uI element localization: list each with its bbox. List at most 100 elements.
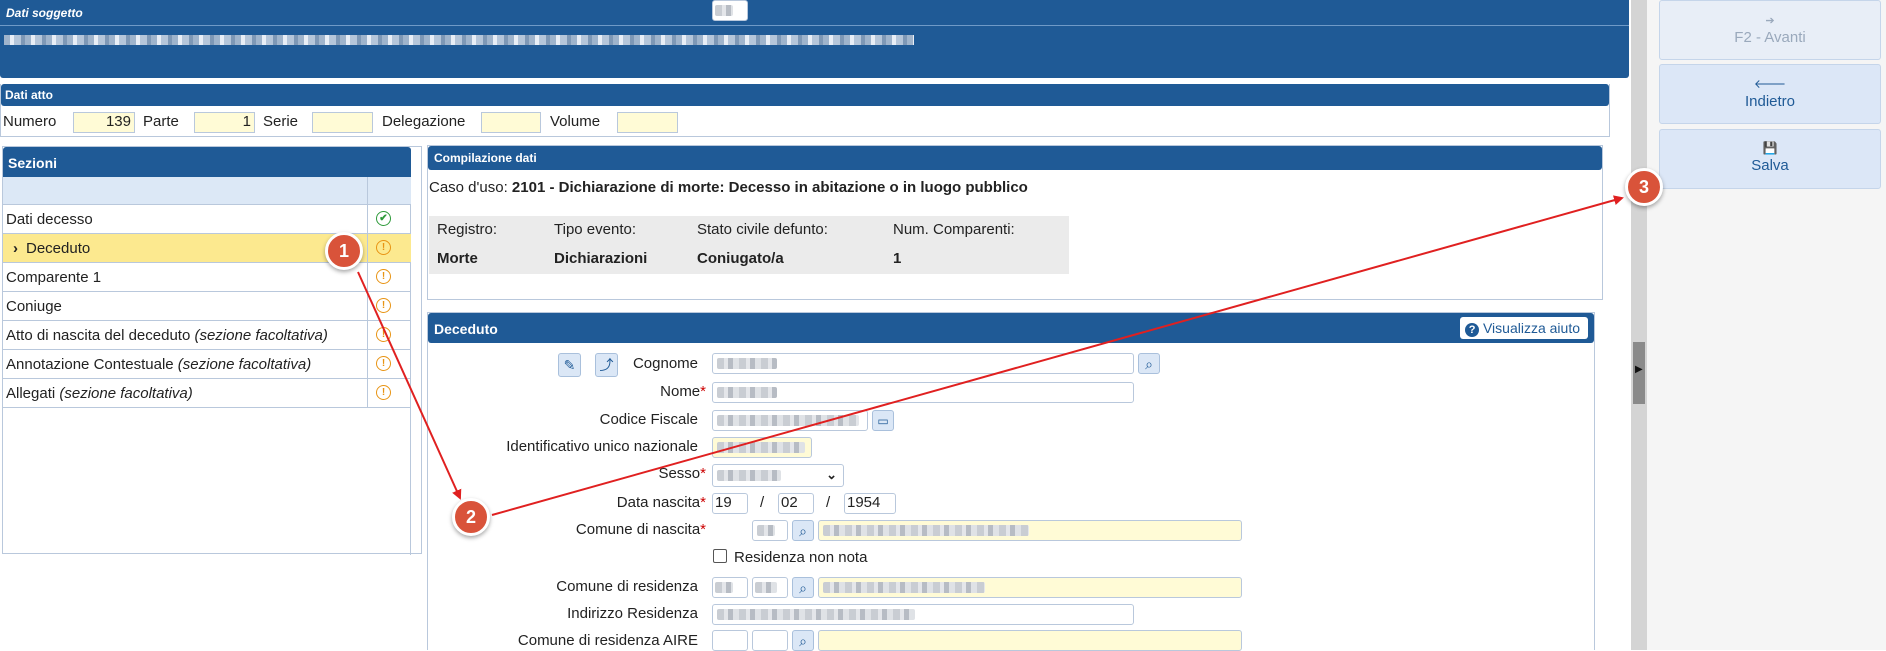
help-label: Visualizza aiuto <box>1482 320 1580 336</box>
sezioni-col-divider <box>367 263 368 291</box>
nome-required-mark: * <box>700 383 706 400</box>
sezione-item[interactable]: Dati decesso ✔ <box>3 205 411 234</box>
sezione-item-text: Atto di nascita del deceduto <box>6 327 195 344</box>
parte-input[interactable]: 1 <box>194 112 255 133</box>
numero-label: Numero <box>3 113 57 130</box>
sezione-item-text: Annotazione Contestuale <box>6 356 178 373</box>
search-icon[interactable]: ⌕ <box>792 520 814 541</box>
info-header-registro: Registro: <box>437 221 498 238</box>
serie-input[interactable] <box>312 112 373 133</box>
identificativo-label: Identificativo unico nazionale <box>506 438 698 455</box>
sezioni-col-divider <box>367 350 368 378</box>
delegazione-input[interactable] <box>481 112 541 133</box>
cognome-label: Cognome <box>632 355 698 372</box>
numero-value: 139 <box>105 113 131 130</box>
nome-value-redacted <box>717 387 777 398</box>
sesso-value-redacted <box>717 470 781 481</box>
volume-label: Volume <box>550 113 601 130</box>
info-value-stato-civile: Coniugato/a <box>697 250 784 267</box>
data-mese-input[interactable]: 02 <box>778 493 814 514</box>
identificativo-input[interactable] <box>712 437 812 458</box>
comune-aire-label: Comune di residenza AIRE <box>517 632 698 649</box>
sesso-required-mark: * <box>700 465 706 482</box>
soggetto-title: Dati soggetto <box>6 6 83 20</box>
data-anno-input[interactable]: 1954 <box>844 493 896 514</box>
vertical-splitter[interactable] <box>1631 0 1647 650</box>
comune-residenza-prov-input[interactable] <box>752 577 788 598</box>
comune-nascita-required-mark: * <box>700 521 706 538</box>
info-value-num-comparenti: 1 <box>893 250 902 267</box>
arrow-right-icon: ➔ <box>1765 15 1775 27</box>
chevron-right-icon: › <box>13 240 18 257</box>
help-button[interactable]: ? Visualizza aiuto <box>1460 317 1588 339</box>
step-marker-3: 3 <box>1625 168 1663 206</box>
compilazione-title: Compilazione dati <box>434 151 537 165</box>
comune-nascita-code-input[interactable] <box>712 0 748 21</box>
search-icon[interactable]: ⌕ <box>792 577 814 598</box>
step-marker-2-label: 2 <box>465 507 476 527</box>
comune-residenza-name-input[interactable] <box>818 577 1242 598</box>
sesso-select[interactable]: ⌄ <box>712 464 844 487</box>
warning-circle-icon: ! <box>376 240 391 255</box>
search-icon[interactable]: ⌕ <box>1138 353 1160 374</box>
sezione-item-label: Allegati (sezione facoltativa) <box>6 385 193 402</box>
salva-button[interactable]: 💾 Salva <box>1659 129 1881 189</box>
data-nascita-label-text: Data nascita <box>616 494 701 511</box>
numero-input[interactable]: 139 <box>73 112 135 133</box>
comune-nascita-label-text: Comune di nascita <box>575 521 701 538</box>
parte-value: 1 <box>242 113 251 130</box>
chevron-down-icon: ⌄ <box>826 467 837 482</box>
atto-panel: Dati atto Numero 139 Parte 1 Serie Deleg… <box>0 84 1610 137</box>
sezione-item-text: Allegati <box>6 385 60 402</box>
id-card-icon[interactable]: ▭ <box>872 410 894 431</box>
sezioni-col-divider <box>367 321 368 349</box>
edit-pencil-icon[interactable]: ✎ <box>558 353 581 377</box>
avanti-button[interactable]: ➔ F2 - Avanti <box>1659 0 1881 60</box>
arrow-left-icon: 🡐 <box>1753 77 1787 91</box>
caso-uso: Caso d'uso: 2101 - Dichiarazione di mort… <box>429 179 1028 196</box>
info-header-stato-civile: Stato civile defunto: <box>697 221 828 238</box>
sezione-item-text: Coniuge <box>6 298 62 315</box>
comune-aire-code-input[interactable] <box>712 630 748 651</box>
sezione-item-label: Annotazione Contestuale (sezione facolta… <box>6 356 311 373</box>
sezione-item[interactable]: Annotazione Contestuale (sezione facolta… <box>3 350 411 379</box>
cognome-input[interactable] <box>712 353 1134 374</box>
warning-circle-icon: ! <box>376 327 391 342</box>
codice-fiscale-input[interactable] <box>712 410 868 431</box>
sezione-item-label: › Deceduto <box>13 240 90 257</box>
indietro-button[interactable]: 🡐 Indietro <box>1659 64 1881 124</box>
comune-nascita-prov-input[interactable] <box>752 520 788 541</box>
residenza-non-nota-checkbox[interactable] <box>713 549 727 563</box>
data-giorno-input[interactable]: 19 <box>712 493 748 514</box>
sezione-item[interactable]: Allegati (sezione facoltativa)! <box>3 379 411 408</box>
atto-header: Dati atto <box>1 84 1609 106</box>
sezione-item-label: Atto di nascita del deceduto (sezione fa… <box>6 327 328 344</box>
sezioni-col-divider <box>367 177 368 204</box>
comune-aire-name-input[interactable] <box>818 630 1242 651</box>
sezioni-col-divider <box>367 234 368 262</box>
step-marker-1: 1 <box>325 232 363 270</box>
comune-residenza-code-input[interactable] <box>712 577 748 598</box>
sezione-item[interactable]: Coniuge! <box>3 292 411 321</box>
parte-label: Parte <box>143 113 179 130</box>
identificativo-value-redacted <box>717 442 805 453</box>
collapse-handle[interactable]: ▶ <box>1633 342 1645 404</box>
sezione-item-label: Coniuge <box>6 298 62 315</box>
volume-input[interactable] <box>617 112 678 133</box>
sezioni-col-divider <box>367 292 368 320</box>
indirizzo-residenza-input[interactable] <box>712 604 1134 625</box>
search-icon[interactable]: ⌕ <box>792 630 814 651</box>
check-circle-icon: ✔ <box>376 211 391 226</box>
indirizzo-residenza-value-redacted <box>717 609 915 620</box>
comune-aire-prov-input[interactable] <box>752 630 788 651</box>
nome-input[interactable] <box>712 382 1134 403</box>
data-mese-value: 02 <box>781 494 798 511</box>
comune-nascita-name-input[interactable] <box>818 520 1242 541</box>
atto-title: Dati atto <box>5 88 53 102</box>
data-nascita-required-mark: * <box>700 494 706 511</box>
step-marker-1-label: 1 <box>338 241 349 261</box>
sezione-item[interactable]: Atto di nascita del deceduto (sezione fa… <box>3 321 411 350</box>
step-marker-2: 2 <box>452 498 490 536</box>
sezioni-table-header <box>3 177 411 205</box>
serie-label: Serie <box>263 113 299 130</box>
